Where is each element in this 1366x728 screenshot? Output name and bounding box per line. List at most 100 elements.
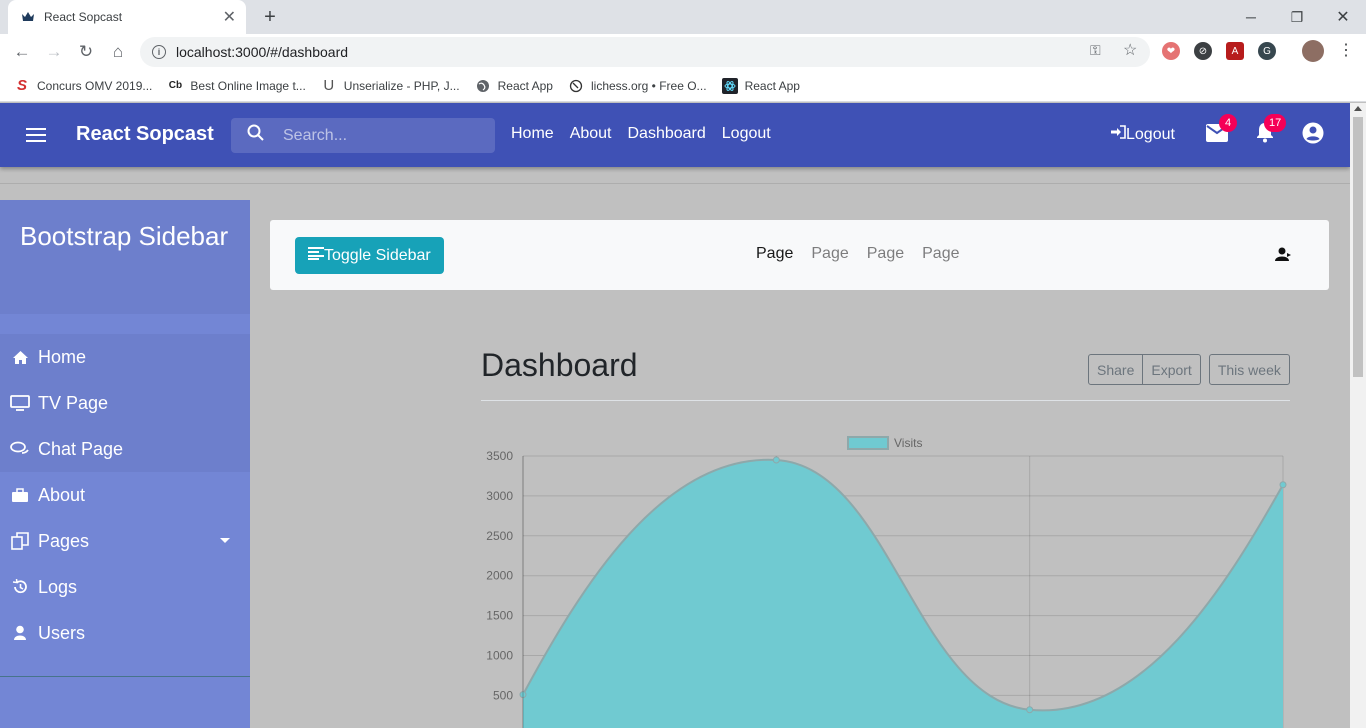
account-button[interactable] <box>1301 122 1325 147</box>
search-icon <box>247 124 265 147</box>
y-tick-label: 3000 <box>486 489 513 503</box>
copy-icon <box>10 532 30 550</box>
chat-icon <box>10 441 30 457</box>
y-tick-label: 500 <box>493 688 513 702</box>
legend-swatch <box>847 436 889 450</box>
new-tab-icon[interactable]: + <box>258 5 282 29</box>
star-icon[interactable]: ☆ <box>1123 40 1137 60</box>
data-point <box>1279 481 1287 489</box>
sidebar-item-tv-page[interactable]: TV Page <box>0 380 250 426</box>
profile-avatar[interactable] <box>1302 40 1324 62</box>
nav-logout-link[interactable]: Logout <box>722 125 771 143</box>
address-bar[interactable]: i localhost:3000/#/dashboard <box>140 37 1150 67</box>
mail-button[interactable]: 4 <box>1205 114 1237 147</box>
user-icon <box>10 625 30 641</box>
align-left-icon <box>308 246 324 265</box>
key-icon[interactable]: ⚿ <box>1090 42 1101 59</box>
browser-tabstrip: React Sopcast ✕ + ─ ❐ ✕ <box>0 0 1366 34</box>
back-icon[interactable]: ← <box>8 38 36 66</box>
visits-chart: 500 1000 1500 2000 2500 3000 3500 Visits <box>486 436 1287 728</box>
extension-icon[interactable]: ❤ <box>1162 42 1180 60</box>
sidebar-title: Bootstrap Sidebar <box>0 200 250 314</box>
extension-icon[interactable]: A <box>1226 42 1244 60</box>
u-icon: U <box>323 77 335 94</box>
logout-button[interactable]: Logout <box>1111 125 1175 144</box>
scroll-up-icon[interactable] <box>1354 106 1362 111</box>
y-tick-label: 2500 <box>486 529 513 543</box>
url-text: localhost:3000/#/dashboard <box>176 44 349 60</box>
bookmark[interactable]: U Unserialize - PHP, J... <box>321 77 459 94</box>
lichess-icon <box>568 78 584 94</box>
sidebar-item-logs[interactable]: Logs <box>0 564 250 610</box>
react-icon <box>721 77 738 94</box>
scroll-thumb[interactable] <box>1353 117 1363 377</box>
restore-icon[interactable]: ❐ <box>1274 0 1320 34</box>
mail-count-badge: 4 <box>1219 114 1237 132</box>
extension-icon[interactable]: ⊘ <box>1194 42 1212 60</box>
bookmark[interactable]: Cb Best Online Image t... <box>167 78 306 94</box>
divider <box>0 676 250 677</box>
page-viewport: React Sopcast Search... Home About Dashb… <box>0 103 1350 728</box>
page-link[interactable]: Page <box>756 245 793 263</box>
scrollbar[interactable] <box>1350 103 1366 728</box>
area-fill <box>523 459 1283 728</box>
app-brand[interactable]: React Sopcast <box>76 123 214 146</box>
bookmark[interactable]: React App <box>721 77 800 94</box>
page-link[interactable]: Page <box>867 245 904 263</box>
window-close-icon[interactable]: ✕ <box>1320 0 1366 34</box>
info-icon[interactable]: i <box>152 45 166 59</box>
top-nav: Home About Dashboard Logout <box>511 125 787 143</box>
home-icon[interactable]: ⌂ <box>104 38 132 66</box>
react-crown-icon <box>20 9 36 25</box>
y-tick-label: 1500 <box>486 609 513 623</box>
y-tick-label: 3500 <box>486 449 513 463</box>
sidebar-item-pages[interactable]: Pages <box>0 518 250 564</box>
divider <box>0 183 1350 184</box>
logout-label: Logout <box>1126 125 1175 143</box>
toggle-sidebar-label: Toggle Sidebar <box>324 246 431 264</box>
cb-icon: Cb <box>168 80 183 91</box>
page-link[interactable]: Page <box>811 245 848 263</box>
nav-home-link[interactable]: Home <box>511 125 554 143</box>
divider <box>481 400 1290 401</box>
export-button[interactable]: Export <box>1143 354 1201 385</box>
menu-icon[interactable] <box>24 125 48 145</box>
minimize-icon[interactable]: ─ <box>1228 0 1274 34</box>
sidebar-item-chat-page[interactable]: Chat Page <box>0 426 250 472</box>
nav-about-link[interactable]: About <box>570 125 612 143</box>
period-button[interactable]: This week <box>1208 354 1290 385</box>
sidebar-item-home[interactable]: Home <box>0 334 250 380</box>
legend-label: Visits <box>894 436 922 450</box>
y-tick-label: 2000 <box>486 569 513 583</box>
notification-count-badge: 17 <box>1264 114 1287 132</box>
data-point <box>1026 706 1034 714</box>
reload-icon[interactable]: ↻ <box>72 38 100 66</box>
browser-toolbar: ← → ↻ ⌂ i localhost:3000/#/dashboard ⚿ ☆… <box>0 34 1366 70</box>
share-button[interactable]: Share <box>1088 354 1144 385</box>
bookmark[interactable]: S Concurs OMV 2019... <box>14 77 152 94</box>
sidebar-item-users[interactable]: Users <box>0 610 250 656</box>
tab-close-icon[interactable]: ✕ <box>223 7 236 27</box>
search-input[interactable]: Search... <box>231 118 495 153</box>
page-title: Dashboard <box>481 347 638 383</box>
browser-tab[interactable]: React Sopcast ✕ <box>8 0 246 34</box>
s-logo-icon: S <box>16 77 27 94</box>
toggle-sidebar-button[interactable]: Toggle Sidebar <box>295 237 444 274</box>
bookmark[interactable]: lichess.org • Free O... <box>568 78 707 94</box>
bookmark[interactable]: React App <box>475 78 553 94</box>
sidebar-item-about[interactable]: About <box>0 472 250 518</box>
notifications-button[interactable]: 17 <box>1253 114 1287 147</box>
forward-icon[interactable]: → <box>40 38 68 66</box>
tv-icon <box>10 395 30 411</box>
user-toggle-icon[interactable] <box>1274 247 1292 267</box>
history-icon <box>10 579 30 595</box>
extension-icon[interactable]: G <box>1258 42 1276 60</box>
caret-down-icon <box>220 538 230 543</box>
y-tick-label: 1000 <box>486 649 513 663</box>
more-vert-icon[interactable]: ⋮ <box>1338 40 1354 60</box>
data-point <box>772 456 780 464</box>
toolbar-buttons: Share Export This week <box>1088 354 1290 385</box>
content-navbar: Toggle Sidebar Page Page Page Page <box>270 220 1329 290</box>
page-link[interactable]: Page <box>922 245 959 263</box>
nav-dashboard-link[interactable]: Dashboard <box>628 125 706 143</box>
